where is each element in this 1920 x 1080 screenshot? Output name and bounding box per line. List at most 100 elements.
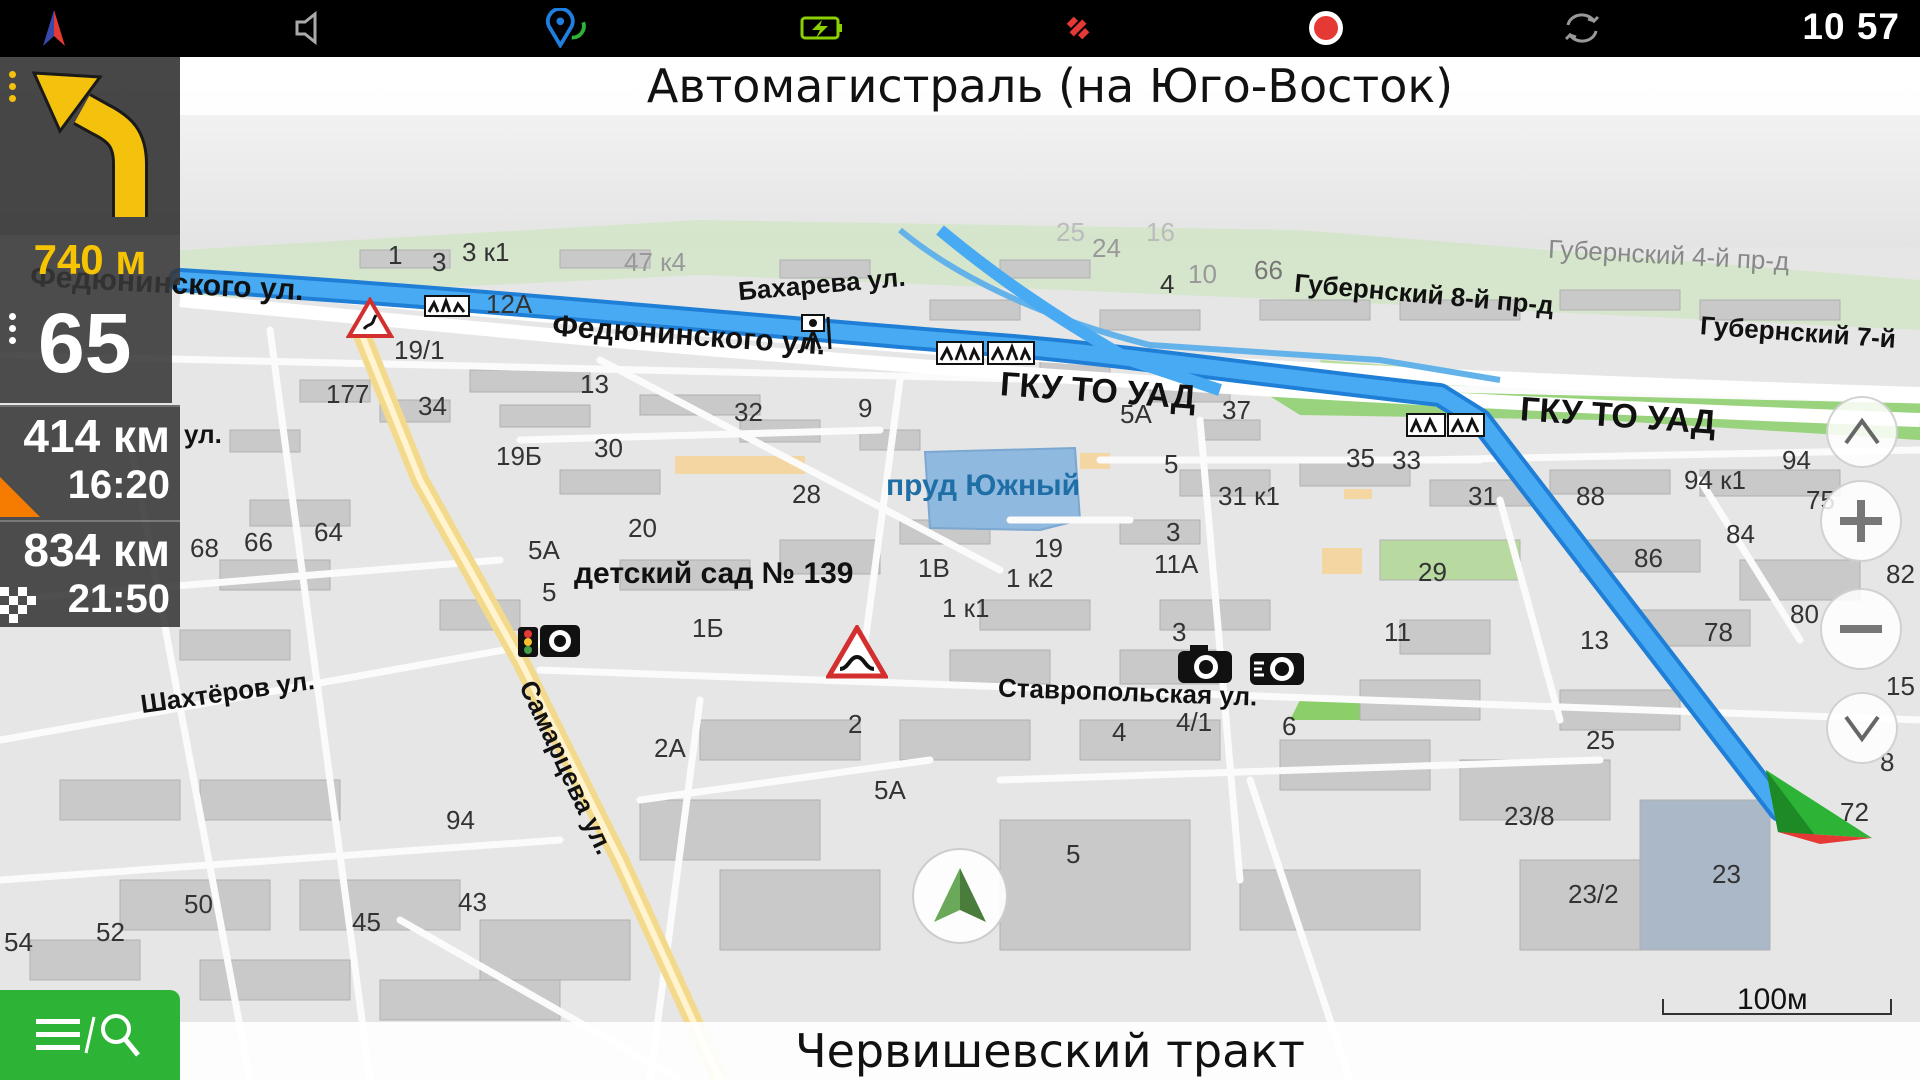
house-number: 5А [874,775,906,805]
house-number: 2 [848,709,863,739]
house-number: 52 [96,917,125,947]
house-number: 2А [654,733,686,763]
house-number: 10 [1188,259,1217,289]
house-number: 35 [1346,443,1375,473]
status-bar: 10 57 [0,0,1920,57]
house-number: 25 [1586,725,1615,755]
navigator-screen: 10 57 ул. Федюнинского ул. Бахарева ул. … [0,0,1920,1080]
map-scale: 100м [1662,983,1892,1016]
house-number: 19/1 [394,335,445,365]
map-orientation-button[interactable] [912,848,1008,944]
house-number: 24 [1092,233,1121,263]
house-number: 25 [1056,217,1085,247]
house-number: 1 к1 [942,593,990,623]
house-number: 23 [1712,859,1741,889]
house-number: 94 к1 [1684,465,1746,495]
house-number: 33 [1392,445,1421,475]
gps-location-icon[interactable] [545,8,589,48]
house-number: 32 [734,397,763,427]
next-road-banner: Червишевский тракт [180,1022,1920,1080]
sync-icon[interactable] [1560,8,1604,48]
house-number: 1В [918,553,950,583]
house-number: 78 [1704,617,1733,647]
turn-left-arrow-icon [31,71,148,217]
house-number: 80 [1790,599,1819,629]
current-speed: 65 [38,296,132,390]
house-number: 5 [542,577,557,607]
house-number: 3 к1 [462,237,510,267]
chevron-down-icon [1844,715,1880,743]
next-road-name: Червишевский тракт [795,1024,1305,1078]
house-number: 28 [792,479,821,509]
clock: 10 57 [1802,6,1900,47]
tilt-up-button[interactable] [1826,396,1898,468]
house-number: 5 [1164,449,1179,479]
battery-charging-icon [800,8,844,48]
house-number: 43 [458,887,487,917]
waypoint-flag-icon [0,477,40,517]
house-number: 177 [326,379,370,409]
plus-icon [1840,500,1882,542]
zoom-in-button[interactable] [1820,480,1902,562]
house-number: 5А [1120,399,1152,429]
house-number: 4 [1160,269,1175,299]
north-arrow-icon [934,868,986,922]
house-number: 94 [446,805,475,835]
house-number: 16 [1146,217,1175,247]
house-number: 50 [184,889,213,919]
house-number: 12А [486,289,533,319]
distance-to-maneuver: 740 м [0,235,180,285]
house-number: 6 [1282,711,1297,741]
more-dots-icon[interactable] [9,313,17,349]
more-dots-icon[interactable] [9,71,17,107]
house-number: 34 [418,391,447,421]
speed-panel[interactable]: 65 [0,285,172,403]
satellite-icon[interactable] [1056,8,1100,48]
maneuver-panel[interactable] [0,57,180,235]
house-number: 9 [858,393,873,423]
zoom-out-button[interactable] [1820,588,1902,670]
distance-to-waypoint: 414 км [23,410,170,462]
minus-icon [1840,625,1882,633]
chevron-up-icon [1844,417,1880,445]
record-icon[interactable] [1304,8,1348,48]
distance-to-finish: 834 км [23,524,170,576]
house-number: 19 [1034,533,1063,563]
house-number: 45 [352,907,381,937]
house-number: 11 [1384,617,1411,647]
house-number: 13 [580,369,609,399]
house-number: 13 [1580,625,1609,655]
house-number: 23/2 [1568,879,1619,909]
house-number: 19Б [496,441,542,471]
eta-finish: 21:50 [67,577,170,621]
house-number: 4/1 [1176,707,1213,737]
street-label: ул. [184,419,222,449]
house-number: 3 [432,247,447,277]
route-info-panel[interactable]: 414 км 16:20 834 км 21:50 [0,405,180,627]
house-number: 66 [1254,255,1283,285]
poi-label: детский сад № 139 [574,557,854,590]
house-number: 84 [1726,519,1755,549]
menu-search-button[interactable] [0,990,180,1080]
house-number: 88 [1576,481,1605,511]
house-number: 29 [1418,557,1447,587]
house-number: 23/8 [1504,801,1555,831]
compass-icon[interactable] [32,8,76,48]
house-number: 94 [1782,445,1811,475]
house-number: 20 [628,513,657,543]
house-number: 72 [1840,797,1869,827]
finish-flag-icon [0,587,36,623]
house-number: 1 [388,240,403,270]
volume-icon[interactable] [288,8,332,48]
menu-search-icon [36,1014,140,1057]
house-number: 3 [1166,517,1181,547]
current-road-banner: Автомагистраль (на Юго-Восток) [180,57,1920,115]
house-number: 47 к4 [624,247,686,277]
house-number: 82 [1886,559,1915,589]
house-number: 31 к1 [1218,481,1280,511]
house-number: 37 [1222,395,1251,425]
house-number: 11А [1154,549,1199,579]
house-number: 66 [244,527,273,557]
tilt-down-button[interactable] [1826,692,1898,764]
house-number: 5 [1066,839,1081,869]
